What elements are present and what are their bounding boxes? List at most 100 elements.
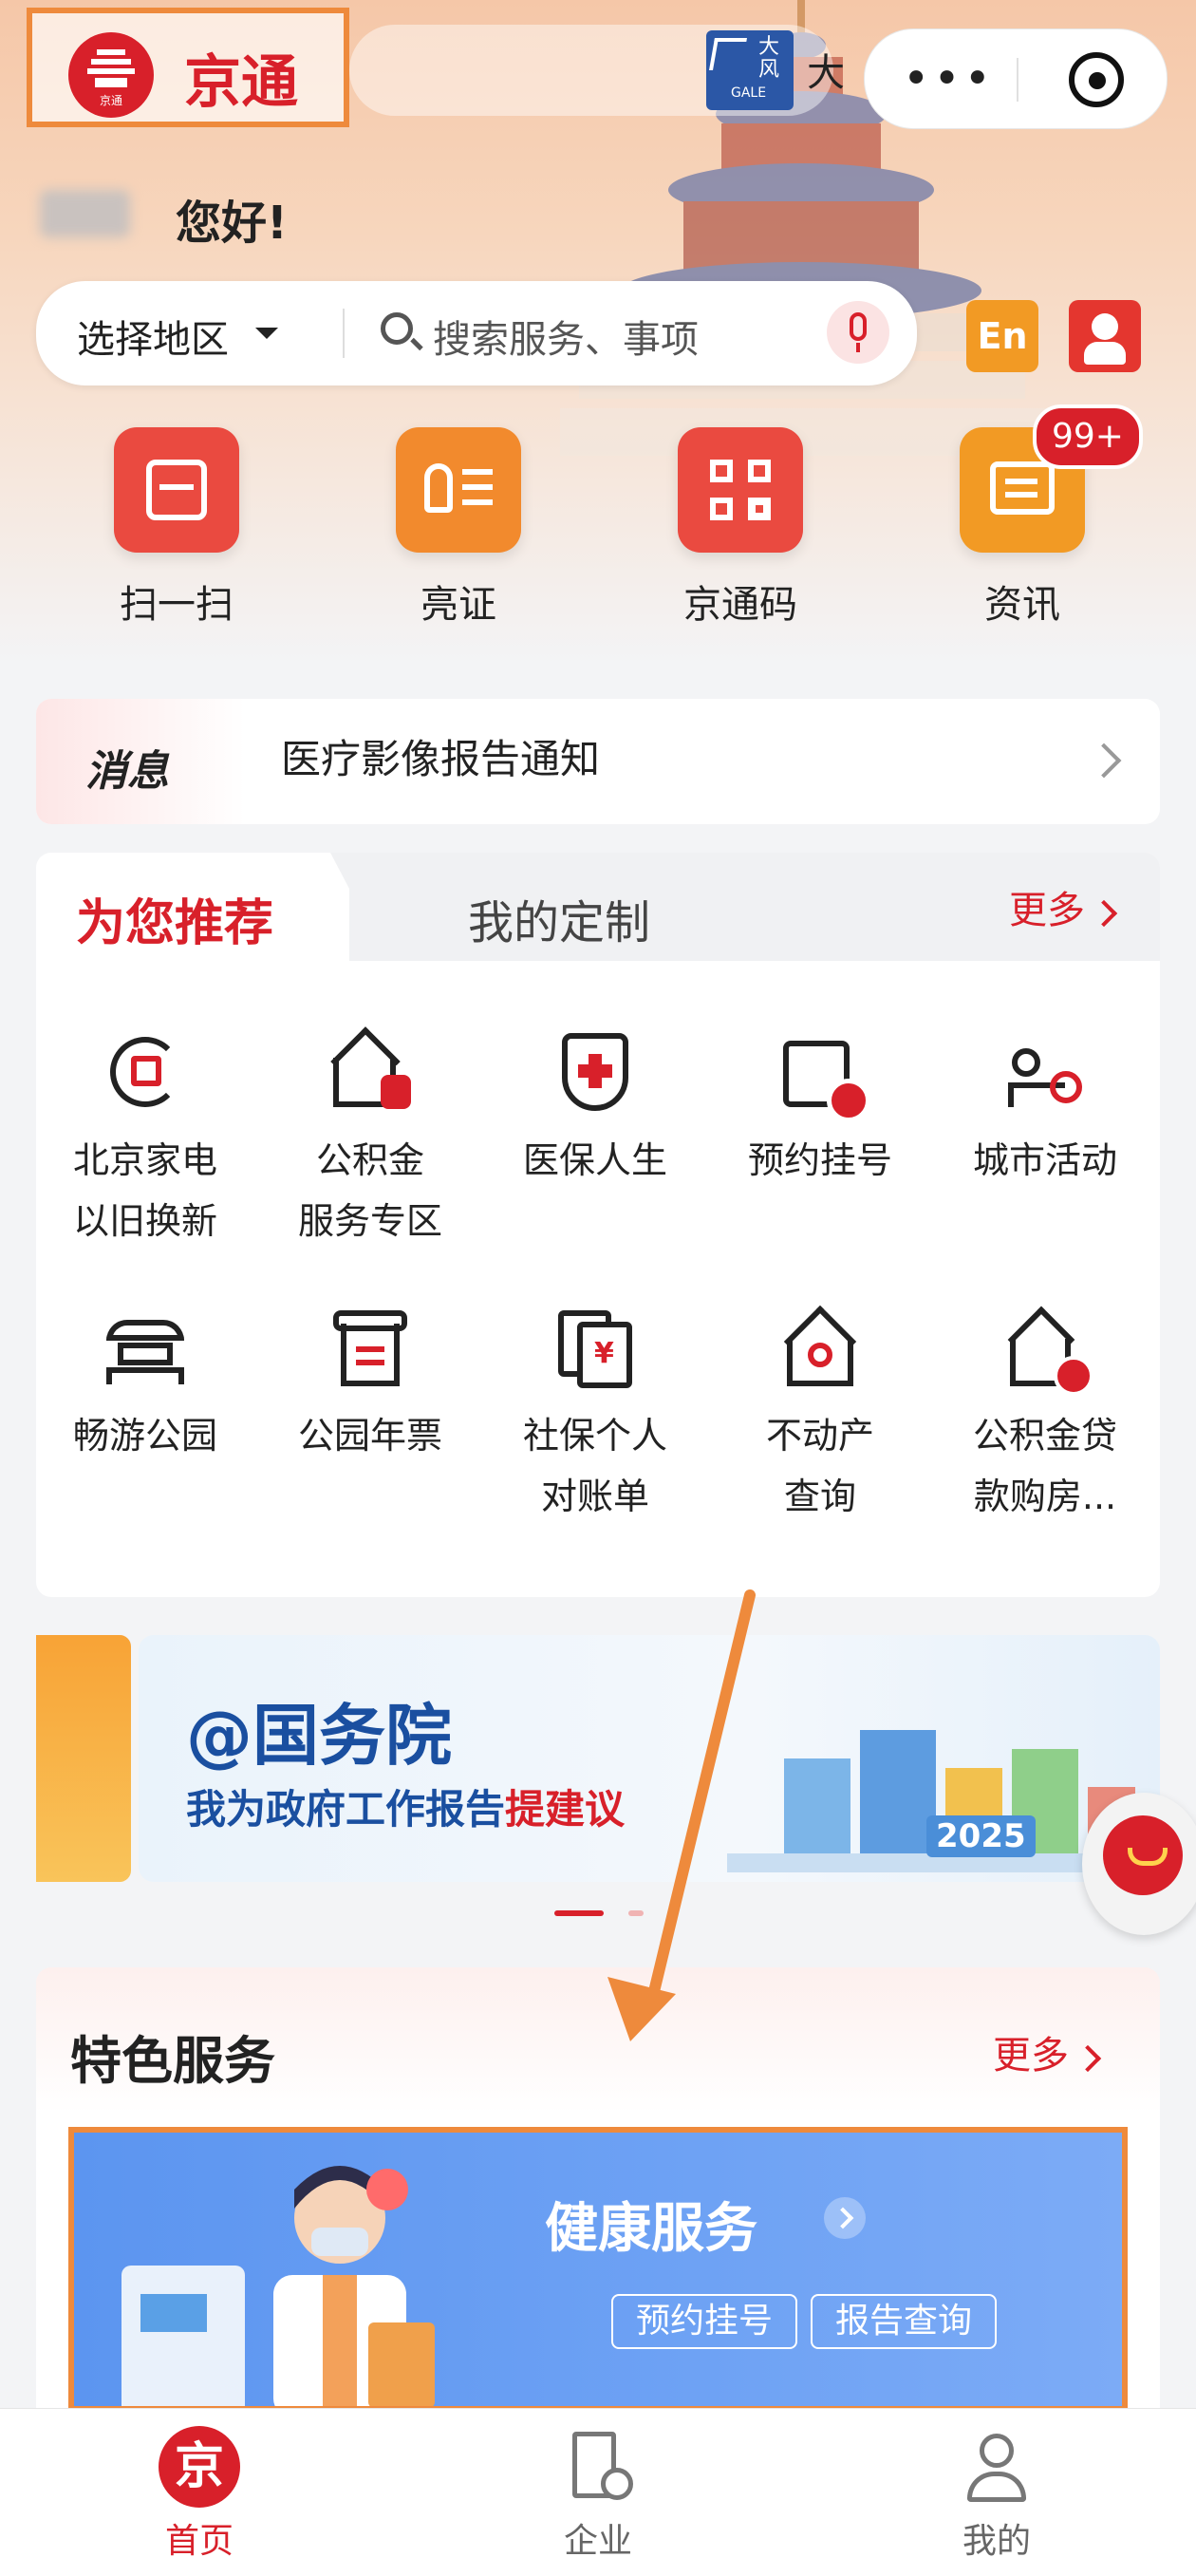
tab-home[interactable]: 京 首页 [104, 2426, 294, 2563]
service-fund-loan[interactable]: 公积金贷款购房... [936, 1305, 1154, 1527]
tab-home-label: 首页 [164, 2522, 234, 2561]
service-appointment[interactable]: 预约挂号 [711, 1029, 929, 1191]
tab-mine[interactable]: 我的 [902, 2426, 1092, 2563]
appliance-trade-in-icon [103, 1029, 188, 1115]
message-tag: 消息 [36, 699, 245, 824]
greeting-text: 您好! [176, 197, 288, 250]
app-title: 京通 [184, 49, 298, 116]
social-security-icon: ¥ [552, 1305, 638, 1390]
doctor-illustration [121, 2166, 435, 2406]
tab-recommend-label[interactable]: 为您推荐 [76, 883, 273, 954]
message-notice[interactable]: 消息 医疗影像报告通知 [36, 699, 1160, 824]
profile-icon [956, 2426, 1037, 2508]
pagination-dot [628, 1910, 644, 1916]
service-label-2: 对账单 [540, 1476, 649, 1517]
service-label-2: 款购房... [973, 1476, 1117, 1517]
service-appliance-trade-in[interactable]: 北京家电 以旧换新 [36, 1029, 254, 1251]
weather-warning-icon[interactable]: 大风 GALE [706, 30, 794, 110]
quick-action-scan[interactable]: 扫一扫 [82, 427, 271, 629]
service-city-activity[interactable]: 城市活动 [936, 1029, 1154, 1191]
service-park-tour[interactable]: 畅游公园 [36, 1305, 254, 1466]
service-label-2: 服务专区 [297, 1200, 442, 1242]
promo-banner[interactable]: @国务院 我为政府工作报告提建议 2025 [36, 1635, 1160, 1882]
tab-enterprise[interactable]: 企业 [503, 2426, 693, 2563]
recommend-card: 为您推荐 我的定制 更多 北京家电以旧换新 公积金服务专区 医保人生 预约挂号 [36, 853, 1160, 1597]
service-label: 城市活动 [972, 1139, 1117, 1181]
fund-loan-icon [1002, 1305, 1093, 1396]
appointment-icon [777, 1029, 870, 1122]
tab-enterprise-label: 企业 [563, 2522, 632, 2561]
search-bar: 选择地区 搜索服务、事项 [36, 281, 917, 385]
service-label: 公园年票 [297, 1415, 442, 1457]
service-label: 预约挂号 [747, 1139, 892, 1181]
quick-action-qr-code[interactable]: 京通码 [645, 427, 835, 629]
quick-action-label: 扫一扫 [120, 583, 234, 627]
banner-title: @国务院 [186, 1697, 452, 1775]
chevron-right-icon [1086, 743, 1122, 779]
appointment-button[interactable]: 预约挂号 [611, 2294, 798, 2349]
service-label: 社保个人 [522, 1415, 667, 1457]
app-logo-highlight[interactable]: 京通 京通 [27, 8, 349, 127]
health-service-title: 健康服务 [545, 2198, 757, 2260]
quick-action-label: 资讯 [984, 583, 1060, 627]
quick-action-id-card[interactable]: 亮证 [364, 427, 553, 629]
chevron-down-icon [255, 328, 278, 339]
weather-badge-label: 大风 [757, 35, 779, 82]
service-label: 北京家电 [72, 1139, 217, 1181]
assistant-robot-icon[interactable] [1082, 1793, 1196, 1935]
unread-count-badge: 99+ [1033, 404, 1143, 469]
report-query-button[interactable]: 报告查询 [811, 2294, 998, 2349]
pagination-dot-active [554, 1910, 604, 1916]
city-activity-icon [1002, 1029, 1088, 1115]
featured-title: 特色服务 [70, 2031, 275, 2091]
scan-icon [114, 427, 239, 553]
service-label: 医保人生 [522, 1139, 667, 1181]
park-ticket-icon [327, 1305, 413, 1390]
tab-my-custom[interactable]: 我的定制 [468, 885, 650, 951]
banner-subtitle: 我为政府工作报告提建议 [186, 1786, 626, 1833]
service-label-2: 查询 [783, 1476, 856, 1517]
search-input[interactable]: 搜索服务、事项 [433, 309, 699, 364]
health-service-banner[interactable]: 健康服务 预约挂号 报告查询 [68, 2127, 1128, 2412]
close-miniprogram-icon[interactable] [1069, 52, 1124, 107]
enterprise-icon [557, 2426, 639, 2508]
more-link[interactable]: 更多 [1009, 879, 1118, 934]
real-estate-icon [777, 1305, 863, 1390]
quick-action-label: 亮证 [420, 583, 496, 627]
qr-code-icon [678, 427, 803, 553]
service-housing-fund[interactable]: 公积金 服务专区 [261, 1026, 479, 1251]
more-link[interactable]: 更多 [993, 2024, 1102, 2079]
service-label: 不动产 [765, 1415, 874, 1457]
weather-badge-sub: GALE [731, 85, 767, 101]
service-real-estate[interactable]: 不动产 查询 [711, 1305, 929, 1527]
service-label: 公积金贷 [972, 1415, 1117, 1457]
service-label: 畅游公园 [72, 1415, 217, 1457]
elder-care-mode-button[interactable] [1069, 300, 1141, 372]
banner-year: 2025 [926, 1815, 1036, 1857]
microphone-icon[interactable] [827, 301, 889, 364]
bottom-tab-bar: 京 首页 企业 我的 [0, 2408, 1196, 2576]
user-name-blurred [40, 190, 130, 237]
service-medical-insurance[interactable]: 医保人生 [486, 1029, 704, 1191]
miniprogram-capsule: ••• [864, 28, 1168, 129]
service-park-ticket[interactable]: 公园年票 [261, 1305, 479, 1466]
tab-mine-label: 我的 [962, 2522, 1031, 2561]
previous-banner-slide [36, 1635, 131, 1882]
chevron-right-icon [824, 2197, 866, 2239]
weather-text: 大 [807, 51, 845, 95]
region-selector[interactable]: 选择地区 [77, 309, 229, 364]
medical-insurance-icon [552, 1029, 638, 1115]
housing-fund-icon [327, 1026, 413, 1115]
more-options-icon[interactable]: ••• [903, 52, 995, 105]
banner-slide: @国务院 我为政府工作报告提建议 2025 [139, 1635, 1160, 1882]
service-label-2: 以旧换新 [72, 1200, 217, 1242]
message-text: 医疗影像报告通知 [281, 736, 601, 782]
english-mode-button[interactable]: En [966, 300, 1038, 372]
service-social-security[interactable]: ¥ 社保个人对账单 [486, 1305, 704, 1527]
service-label: 公积金 [315, 1139, 424, 1181]
park-tour-icon [103, 1305, 188, 1390]
svg-text:京通: 京通 [100, 94, 122, 107]
quick-action-label: 京通码 [683, 583, 797, 627]
jingtong-logo-icon: 京通 [68, 32, 154, 118]
search-icon [381, 312, 413, 345]
